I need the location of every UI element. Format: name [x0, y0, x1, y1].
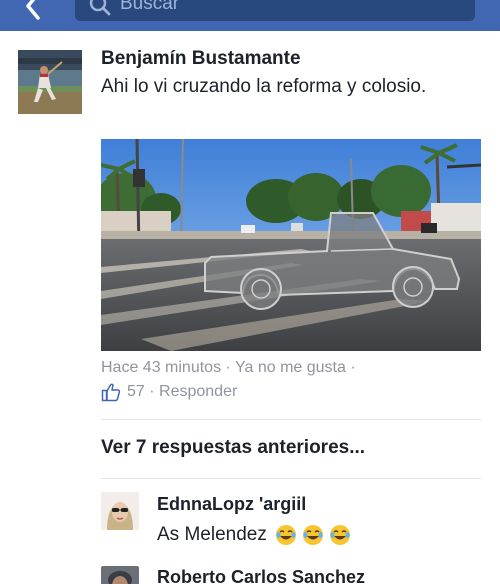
reply-author-name[interactable]: EdnnaLopz 'argiil	[157, 494, 306, 515]
author-avatar[interactable]	[18, 50, 82, 114]
comment-photo[interactable]	[101, 139, 481, 351]
reply-avatar[interactable]	[101, 492, 139, 530]
top-navigation-bar	[0, 0, 500, 31]
reply-text: As Melendez	[157, 524, 351, 546]
search-box[interactable]	[75, 0, 475, 21]
meta-separator: ·	[350, 359, 356, 376]
thumbs-up-icon[interactable]	[101, 382, 121, 402]
timestamp: Hace 43 minutos	[101, 359, 222, 376]
divider	[101, 419, 481, 420]
mention-link[interactable]: As Melendez	[157, 524, 267, 546]
comment-text: Ahi lo vi cruzando la reforma y colosio.	[101, 76, 427, 97]
reply-author-name[interactable]: Roberto Carlos Sanchez	[157, 567, 365, 584]
back-chevron-icon[interactable]	[18, 0, 48, 22]
joy-emoji-icon	[302, 525, 323, 545]
divider	[101, 478, 481, 479]
unlike-link[interactable]: Ya no me gusta	[235, 359, 346, 376]
comment-author-name[interactable]: Benjamín Bustamante	[101, 48, 301, 70]
search-input[interactable]	[120, 0, 440, 16]
like-count[interactable]: 57	[127, 383, 145, 401]
like-row: 57 · Responder	[101, 382, 237, 402]
reply-avatar[interactable]	[101, 566, 139, 584]
joy-emoji-icon	[275, 525, 296, 545]
search-icon	[89, 0, 111, 16]
joy-emoji-icon	[329, 525, 350, 545]
reply-link[interactable]: Responder	[159, 383, 237, 401]
view-previous-replies-link[interactable]: Ver 7 respuestas anteriores...	[101, 437, 365, 459]
comment-meta: Hace 43 minutos · Ya no me gusta ·	[101, 359, 356, 377]
